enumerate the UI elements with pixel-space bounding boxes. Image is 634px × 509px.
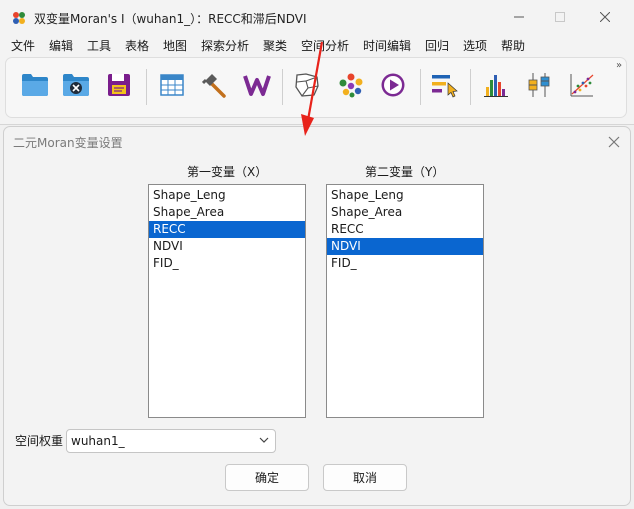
table-icon [160,74,184,96]
open-project-button[interactable] [20,70,50,100]
hammer-icon [202,74,226,98]
menu-time[interactable]: 时间编辑 [363,37,411,54]
maximize-button[interactable] [537,0,583,34]
window-close-button[interactable] [582,0,628,34]
minimize-icon [514,16,524,18]
app-logo-icon [13,12,25,24]
list-item-selected[interactable]: RECC [149,221,305,238]
histogram-icon [484,75,508,97]
toolbar-separator [470,69,471,105]
list-item-selected[interactable]: NDVI [327,238,483,255]
toolbar-separator [420,69,421,105]
chevron-down-icon [259,437,269,443]
toolbar-overflow-button[interactable]: » [616,60,622,71]
close-project-button[interactable] [61,70,91,100]
tools-button[interactable] [200,70,230,100]
maximize-icon [555,12,565,22]
play-button[interactable] [378,70,408,100]
menu-explore[interactable]: 探索分析 [201,37,249,54]
list-item[interactable]: Shape_Area [327,204,483,221]
menu-file[interactable]: 文件 [11,37,35,54]
window-title: 双变量Moran's I（wuhan1_）：RECC和滞后NDVI [34,12,307,26]
second-variable-label: 第二变量（Y） [365,165,445,179]
cluster-icon [339,73,363,98]
weights-icon [243,75,271,96]
table-button[interactable] [157,70,187,100]
dialog-close-button[interactable] [607,135,621,149]
cluster-button[interactable] [336,70,366,100]
boxplot-button[interactable] [524,70,554,100]
menu-tools[interactable]: 工具 [87,37,111,54]
weights-selected-value: wuhan1_ [71,434,125,448]
menu-table[interactable]: 表格 [125,37,149,54]
list-item[interactable]: Shape_Leng [327,187,483,204]
save-button[interactable] [104,70,134,100]
list-item[interactable]: NDVI [149,238,305,255]
boxplot-icon [528,73,550,97]
weights-select[interactable]: wuhan1_ [66,429,276,453]
second-variable-list[interactable]: Shape_Leng Shape_Area RECC NDVI FID_ [326,184,484,418]
minimize-button[interactable] [496,0,542,34]
bivariate-moran-dialog: 二元Moran变量设置 第一变量（X） 第二变量（Y） Shape_Leng S… [3,126,631,506]
select-icon [432,75,458,98]
list-item[interactable]: FID_ [149,255,305,272]
play-icon [381,73,405,97]
histogram-button[interactable] [481,70,511,100]
ok-button[interactable]: 确定 [225,464,309,491]
list-item[interactable]: Shape_Leng [149,187,305,204]
list-item[interactable]: FID_ [327,255,483,272]
list-item[interactable]: Shape_Area [149,204,305,221]
list-item[interactable]: RECC [327,221,483,238]
close-icon [600,12,610,22]
open-folder-icon [22,74,48,96]
annotation-arrow-icon [301,41,324,136]
first-variable-list[interactable]: Shape_Leng Shape_Area RECC NDVI FID_ [148,184,306,418]
toolbar-separator [282,69,283,105]
toolbar-separator [146,69,147,105]
weights-label: 空间权重 [15,434,64,448]
weights-manager-button[interactable] [242,70,272,100]
scatterplot-icon [570,74,594,97]
save-icon [108,74,130,96]
scatterplot-button[interactable] [567,70,597,100]
first-variable-label: 第一变量（X） [187,165,268,179]
dialog-title: 二元Moran变量设置 [13,136,123,150]
select-tool-button[interactable] [430,70,460,100]
cancel-button[interactable]: 取消 [323,464,407,491]
close-project-icon [63,74,89,96]
menu-map[interactable]: 地图 [163,37,187,54]
menu-help[interactable]: 帮助 [501,37,525,54]
menu-regression[interactable]: 回归 [425,37,449,54]
menu-clusters[interactable]: 聚类 [263,37,287,54]
title-bar: 双变量Moran's I（wuhan1_）：RECC和滞后NDVI [0,0,634,34]
menu-options[interactable]: 选项 [463,37,487,54]
menu-edit[interactable]: 编辑 [49,37,73,54]
